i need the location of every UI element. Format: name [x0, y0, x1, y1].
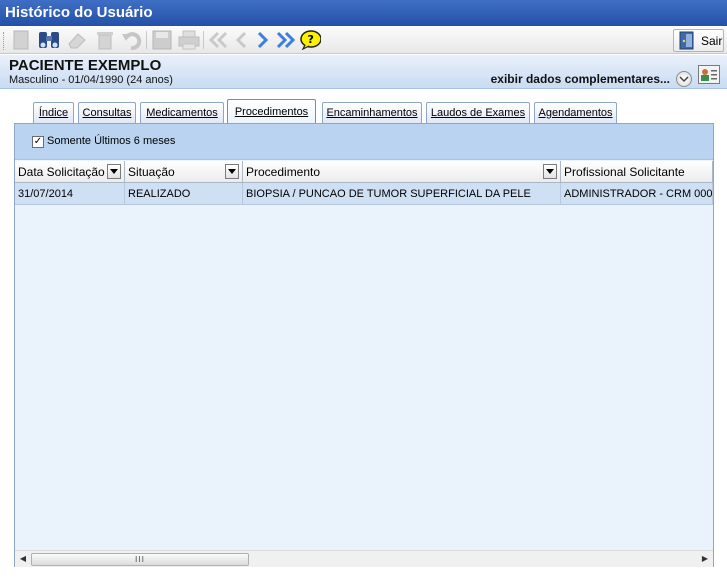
first-icon[interactable]: [207, 29, 229, 51]
more-data-link[interactable]: exibir dados complementares...: [491, 72, 670, 86]
column-filter-dropdown-icon[interactable]: [543, 164, 557, 179]
scroll-left-icon[interactable]: ◀: [18, 554, 28, 564]
eraser-icon[interactable]: [66, 29, 88, 51]
last-6-months-checkbox[interactable]: ✓: [32, 136, 44, 148]
tab-encaminhamentos[interactable]: Encaminhamentos: [322, 102, 422, 123]
tab-laudos-de-exames[interactable]: Laudos de Exames: [426, 102, 530, 123]
horizontal-scrollbar[interactable]: ◀ III ▶: [15, 550, 713, 567]
toolbar-separator: [146, 31, 147, 49]
column-header-data-solicitacao[interactable]: Data Solicitação: [15, 161, 125, 183]
scroll-thumb-grip: III: [134, 555, 146, 564]
column-header-label: Situação: [128, 165, 175, 179]
door-icon: [679, 31, 694, 50]
undo-icon[interactable]: [121, 29, 143, 51]
exit-label: Sair: [701, 33, 723, 48]
tab-medicamentos[interactable]: Medicamentos: [140, 102, 224, 123]
procedures-panel: ✓ Somente Últimos 6 meses Data Solicitaç…: [14, 123, 714, 567]
svg-text:?: ?: [308, 33, 314, 46]
tab-bar: Índice Consultas Medicamentos Procedimen…: [14, 99, 714, 123]
patient-header: PACIENTE EXEMPLO Masculino - 01/04/1990 …: [0, 55, 727, 89]
window-title: Histórico do Usuário: [0, 0, 727, 26]
column-header-procedimento[interactable]: Procedimento: [243, 161, 561, 183]
patient-name: PACIENTE EXEMPLO: [9, 57, 162, 74]
trash-icon[interactable]: [94, 29, 116, 51]
toolbar-separator: [203, 31, 204, 49]
chevron-down-icon[interactable]: [676, 71, 692, 87]
help-icon[interactable]: ?: [299, 29, 321, 51]
save-icon[interactable]: [151, 29, 173, 51]
tab-consultas[interactable]: Consultas: [78, 102, 136, 123]
table-cell-situacao[interactable]: REALIZADO: [125, 183, 243, 205]
column-header-label: Data Solicitação: [18, 165, 105, 179]
table-cell-procedimento[interactable]: BIOPSIA / PUNCAO DE TUMOR SUPERFICIAL DA…: [243, 183, 561, 205]
column-header-profissional-solicitante[interactable]: Profissional Solicitante: [561, 161, 713, 183]
new-icon[interactable]: [10, 29, 32, 51]
patient-info: Masculino - 01/04/1990 (24 anos): [9, 74, 173, 86]
filter-bar: ✓ Somente Últimos 6 meses: [15, 124, 713, 160]
prev-icon[interactable]: [230, 29, 252, 51]
patient-card-icon[interactable]: [698, 65, 720, 84]
procedures-grid: Data Solicitação Situação Procedimento P…: [15, 161, 713, 550]
binoculars-icon[interactable]: [38, 29, 60, 51]
column-header-label: Profissional Solicitante: [564, 165, 685, 179]
exit-button[interactable]: Sair: [673, 29, 724, 52]
toolbar-grip: [3, 32, 6, 50]
table-cell-data[interactable]: 31/07/2014: [15, 183, 125, 205]
tab-indice[interactable]: Índice: [33, 102, 74, 123]
column-filter-dropdown-icon[interactable]: [225, 164, 239, 179]
table-cell-profissional[interactable]: ADMINISTRADOR - CRM 000000: [561, 183, 713, 205]
last-icon[interactable]: [275, 29, 297, 51]
tab-procedimentos[interactable]: Procedimentos: [227, 99, 316, 123]
tab-agendamentos[interactable]: Agendamentos: [534, 102, 617, 123]
scroll-thumb[interactable]: III: [31, 553, 249, 566]
toolbar: ? Sair: [0, 27, 727, 54]
scroll-right-icon[interactable]: ▶: [700, 554, 710, 564]
column-header-label: Procedimento: [246, 165, 321, 179]
column-filter-dropdown-icon[interactable]: [107, 164, 121, 179]
last-6-months-label[interactable]: Somente Últimos 6 meses: [47, 135, 175, 147]
next-icon[interactable]: [252, 29, 274, 51]
column-header-situacao[interactable]: Situação: [125, 161, 243, 183]
print-icon[interactable]: [178, 29, 200, 51]
